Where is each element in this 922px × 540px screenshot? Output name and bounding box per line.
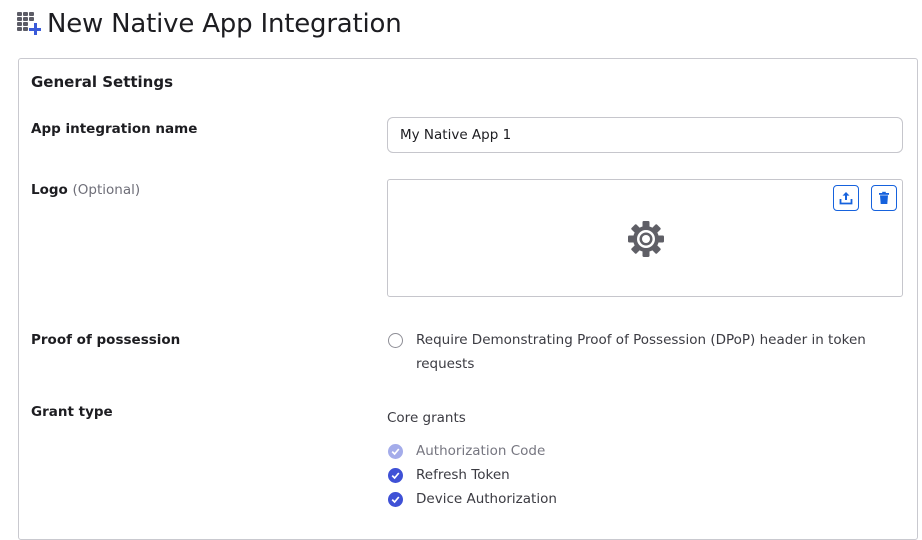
trash-icon [879, 191, 889, 204]
grant-device-authorization[interactable]: Device Authorization [388, 487, 557, 511]
device-authorization-checkbox[interactable] [388, 491, 403, 507]
grant-type-label: Grant type [31, 404, 113, 420]
app-name-input[interactable] [387, 117, 903, 153]
check-icon [391, 495, 400, 503]
gear-icon [628, 221, 664, 257]
section-title: General Settings [31, 73, 174, 91]
page-header: New Native App Integration [17, 6, 402, 42]
delete-logo-button[interactable] [871, 185, 897, 211]
grant-authorization-code: Authorization Code [388, 439, 545, 463]
dpop-option[interactable]: Require Demonstrating Proof of Possessio… [388, 328, 866, 376]
grant-refresh-token[interactable]: Refresh Token [388, 463, 510, 487]
logo-label: Logo (Optional) [31, 182, 140, 198]
dpop-checkbox[interactable] [388, 332, 403, 348]
check-icon [391, 471, 400, 479]
logo-label-text: Logo [31, 182, 68, 198]
core-grants-label: Core grants [387, 410, 466, 426]
general-settings-panel: General Settings App integration name Lo… [18, 58, 918, 540]
logo-optional-text: (Optional) [72, 182, 141, 198]
page-title: New Native App Integration [47, 9, 402, 39]
authorization-code-checkbox [388, 443, 403, 459]
logo-dropzone[interactable] [387, 179, 903, 297]
refresh-token-checkbox[interactable] [388, 467, 403, 483]
authorization-code-label: Authorization Code [416, 443, 546, 459]
device-authorization-label: Device Authorization [416, 491, 557, 507]
upload-icon [839, 192, 853, 205]
app-name-label: App integration name [31, 121, 198, 137]
apps-add-icon [17, 12, 41, 36]
refresh-token-label: Refresh Token [416, 467, 510, 483]
dpop-checkbox-label: Require Demonstrating Proof of Possessio… [416, 332, 866, 372]
proof-of-possession-label: Proof of possession [31, 332, 181, 348]
check-icon [391, 447, 400, 455]
upload-logo-button[interactable] [833, 185, 859, 211]
